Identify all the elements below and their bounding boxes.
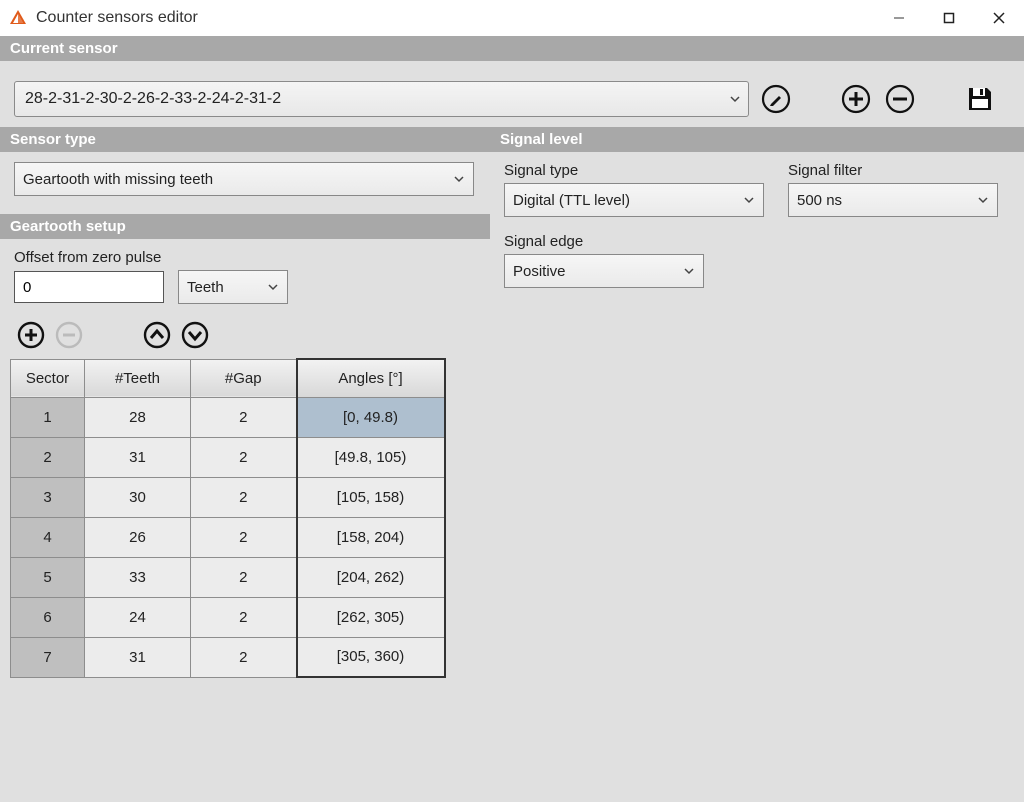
- sensor-type-select[interactable]: Geartooth with missing teeth: [14, 162, 474, 196]
- cell-gap[interactable]: 2: [191, 477, 297, 517]
- cell-gap[interactable]: 2: [191, 637, 297, 677]
- cell-sector[interactable]: 5: [11, 557, 85, 597]
- current-sensor-value: 28-2-31-2-30-2-26-2-33-2-24-2-31-2: [25, 90, 281, 108]
- cell-teeth[interactable]: 24: [85, 597, 191, 637]
- col-teeth[interactable]: #Teeth: [85, 359, 191, 397]
- sensor-type-header: Sensor type: [0, 127, 490, 152]
- table-row[interactable]: 1282[0, 49.8): [11, 397, 445, 437]
- table-row[interactable]: 6242[262, 305): [11, 597, 445, 637]
- window-title: Counter sensors editor: [36, 9, 198, 27]
- current-sensor-select[interactable]: 28-2-31-2-30-2-26-2-33-2-24-2-31-2: [14, 81, 749, 117]
- signal-type-select[interactable]: Digital (TTL level): [504, 183, 764, 217]
- offset-label: Offset from zero pulse: [14, 249, 476, 266]
- chevron-down-icon: [453, 173, 465, 185]
- cell-sector[interactable]: 7: [11, 637, 85, 677]
- cell-teeth[interactable]: 31: [85, 637, 191, 677]
- cell-angles[interactable]: [305, 360): [297, 637, 445, 677]
- app-logo-icon: [8, 8, 28, 28]
- chevron-down-icon: [267, 281, 279, 293]
- signal-edge-label: Signal edge: [504, 233, 1010, 250]
- offset-input[interactable]: [14, 271, 164, 303]
- cell-angles[interactable]: [105, 158): [297, 477, 445, 517]
- geartooth-setup-header: Geartooth setup: [0, 214, 490, 239]
- sensor-type-value: Geartooth with missing teeth: [23, 171, 213, 188]
- signal-filter-label: Signal filter: [788, 162, 998, 179]
- close-button[interactable]: [974, 0, 1024, 36]
- titlebar: Counter sensors editor: [0, 0, 1024, 36]
- cell-angles[interactable]: [204, 262): [297, 557, 445, 597]
- chevron-down-icon: [683, 265, 695, 277]
- cell-sector[interactable]: 3: [11, 477, 85, 517]
- signal-type-value: Digital (TTL level): [513, 192, 630, 209]
- add-row-button[interactable]: [14, 318, 48, 352]
- cell-angles[interactable]: [158, 204): [297, 517, 445, 557]
- cell-teeth[interactable]: 33: [85, 557, 191, 597]
- remove-sensor-button[interactable]: [883, 82, 917, 116]
- signal-filter-select[interactable]: 500 ns: [788, 183, 998, 217]
- col-angles[interactable]: Angles [°]: [297, 359, 445, 397]
- add-sensor-button[interactable]: [839, 82, 873, 116]
- cell-gap[interactable]: 2: [191, 437, 297, 477]
- edit-sensor-button[interactable]: [759, 82, 793, 116]
- save-button[interactable]: [963, 82, 997, 116]
- cell-sector[interactable]: 1: [11, 397, 85, 437]
- remove-row-button: [52, 318, 86, 352]
- cell-gap[interactable]: 2: [191, 517, 297, 557]
- current-sensor-header: Current sensor: [0, 36, 1024, 61]
- signal-edge-select[interactable]: Positive: [504, 254, 704, 288]
- current-sensor-row: 28-2-31-2-30-2-26-2-33-2-24-2-31-2: [0, 61, 1024, 127]
- cell-angles[interactable]: [0, 49.8): [297, 397, 445, 437]
- chevron-down-icon: [729, 93, 741, 105]
- cell-angles[interactable]: [262, 305): [297, 597, 445, 637]
- move-row-up-button[interactable]: [140, 318, 174, 352]
- signal-type-label: Signal type: [504, 162, 764, 179]
- signal-level-header: Signal level: [490, 127, 1024, 152]
- cell-teeth[interactable]: 26: [85, 517, 191, 557]
- table-row[interactable]: 2312[49.8, 105): [11, 437, 445, 477]
- signal-filter-value: 500 ns: [797, 192, 842, 209]
- col-gap[interactable]: #Gap: [191, 359, 297, 397]
- offset-unit-select[interactable]: Teeth: [178, 270, 288, 304]
- chevron-down-icon: [977, 194, 989, 206]
- minimize-button[interactable]: [874, 0, 924, 36]
- cell-sector[interactable]: 6: [11, 597, 85, 637]
- table-row[interactable]: 4262[158, 204): [11, 517, 445, 557]
- offset-unit-value: Teeth: [187, 279, 224, 296]
- cell-angles[interactable]: [49.8, 105): [297, 437, 445, 477]
- cell-sector[interactable]: 2: [11, 437, 85, 477]
- table-row[interactable]: 5332[204, 262): [11, 557, 445, 597]
- cell-teeth[interactable]: 28: [85, 397, 191, 437]
- cell-gap[interactable]: 2: [191, 597, 297, 637]
- col-sector[interactable]: Sector: [11, 359, 85, 397]
- geartooth-table[interactable]: Sector #Teeth #Gap Angles [°] 1282[0, 49…: [10, 358, 446, 678]
- chevron-down-icon: [743, 194, 755, 206]
- cell-gap[interactable]: 2: [191, 557, 297, 597]
- cell-teeth[interactable]: 31: [85, 437, 191, 477]
- move-row-down-button[interactable]: [178, 318, 212, 352]
- maximize-button[interactable]: [924, 0, 974, 36]
- cell-gap[interactable]: 2: [191, 397, 297, 437]
- table-row[interactable]: 3302[105, 158): [11, 477, 445, 517]
- signal-edge-value: Positive: [513, 263, 566, 280]
- cell-sector[interactable]: 4: [11, 517, 85, 557]
- table-row[interactable]: 7312[305, 360): [11, 637, 445, 677]
- cell-teeth[interactable]: 30: [85, 477, 191, 517]
